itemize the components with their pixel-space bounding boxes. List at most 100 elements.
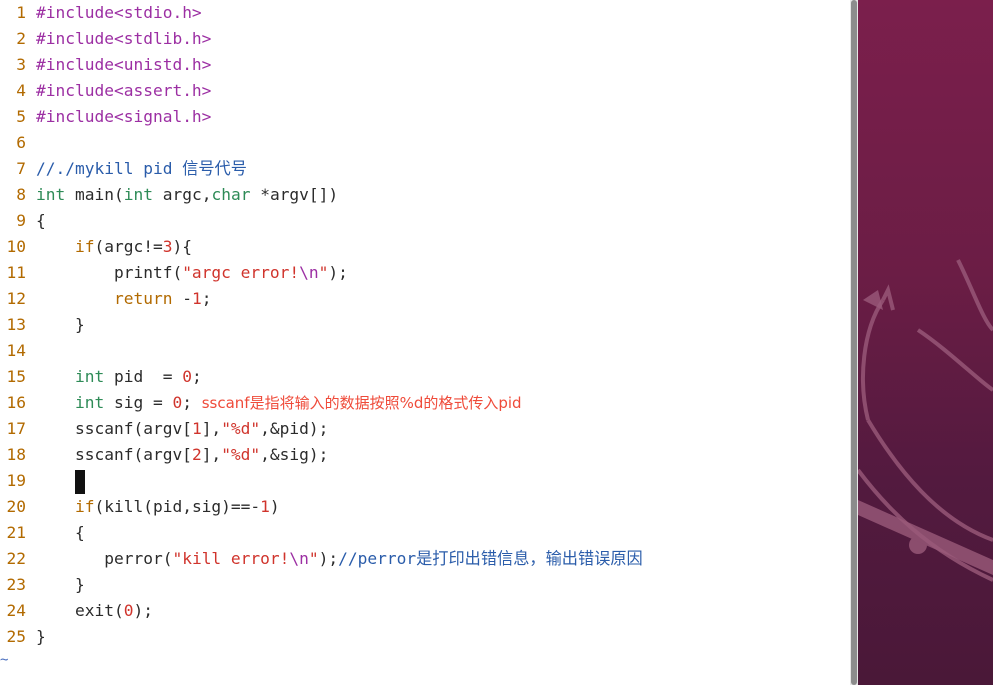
code-token: \n bbox=[299, 263, 319, 282]
code-token: 1 bbox=[191, 289, 202, 308]
code-token: <unistd.h> bbox=[113, 55, 212, 74]
code-token: ); bbox=[133, 601, 153, 620]
code-line[interactable]: 13 } bbox=[0, 312, 85, 338]
code-token: ], bbox=[201, 419, 222, 438]
line-number: 17 bbox=[6, 419, 27, 438]
line-number: 18 bbox=[6, 445, 27, 464]
code-line[interactable]: 2 #include<stdlib.h> bbox=[0, 26, 211, 52]
code-line[interactable]: 5 #include<signal.h> bbox=[0, 104, 211, 130]
code-token: <stdio.h> bbox=[113, 3, 202, 22]
code-token: return bbox=[113, 289, 173, 308]
code-line[interactable]: 10 if(argc!=3){ bbox=[0, 234, 192, 260]
code-line[interactable]: 16 int sig = 0; sscanf是指将输入的数据按照%d的格式传入p… bbox=[0, 390, 522, 416]
code-line[interactable]: 7 //./mykill pid 信号代号 bbox=[0, 156, 247, 182]
code-token: sscanf(argv[ bbox=[36, 445, 192, 464]
code-line[interactable]: 23 } bbox=[0, 572, 85, 598]
line-number: 8 bbox=[16, 185, 26, 204]
code-token: } bbox=[36, 315, 85, 334]
code-line[interactable]: 8 int main(int argc,char *argv[]) bbox=[0, 182, 338, 208]
code-token: 3 bbox=[162, 237, 173, 256]
code-line[interactable]: 22 perror("kill error!\n");//perror是打印出错… bbox=[0, 546, 643, 572]
line-number: 9 bbox=[16, 211, 26, 230]
code-line[interactable]: 20 if(kill(pid,sig)==-1) bbox=[0, 494, 280, 520]
code-line[interactable]: 19 bbox=[0, 468, 85, 494]
code-token: " bbox=[308, 549, 319, 568]
line-number: 11 bbox=[6, 263, 27, 282]
code-line[interactable]: 25} bbox=[0, 624, 46, 650]
line-number: 24 bbox=[6, 601, 27, 620]
scrollbar-thumb[interactable] bbox=[851, 0, 857, 685]
code-token: int bbox=[74, 367, 105, 386]
code-token: (kill(pid,sig)==- bbox=[94, 497, 261, 516]
code-line[interactable]: 6 bbox=[0, 130, 36, 156]
code-token: ,&sig); bbox=[260, 445, 329, 464]
code-token: { bbox=[36, 523, 85, 542]
code-line[interactable]: 4 #include<assert.h> bbox=[0, 78, 211, 104]
code-line[interactable]: 17 sscanf(argv[1],"%d",&pid); bbox=[0, 416, 329, 442]
code-token: "%d" bbox=[221, 419, 261, 438]
code-token: pid = bbox=[104, 367, 183, 386]
code-token: perror( bbox=[36, 549, 173, 568]
code-token: ){ bbox=[172, 237, 192, 256]
code-token: } bbox=[36, 627, 46, 646]
code-token: exit( bbox=[36, 601, 124, 620]
code-token: #include bbox=[36, 81, 114, 100]
line-number: 25 bbox=[6, 627, 27, 646]
code-token: ); bbox=[318, 549, 339, 568]
code-token: sscanf(argv[ bbox=[36, 419, 192, 438]
code-token: int bbox=[36, 185, 66, 204]
code-token: "%d" bbox=[221, 445, 261, 464]
code-line[interactable]: 11 printf("argc error!\n"); bbox=[0, 260, 348, 286]
code-token: 0 bbox=[172, 393, 183, 412]
code-token: char bbox=[211, 185, 251, 204]
code-token: #include bbox=[36, 107, 114, 126]
code-token: printf( bbox=[36, 263, 183, 282]
code-line[interactable]: 18 sscanf(argv[2],"%d",&sig); bbox=[0, 442, 329, 468]
code-line[interactable]: 3 #include<unistd.h> bbox=[0, 52, 211, 78]
desktop-wallpaper bbox=[858, 0, 993, 685]
code-token: (argc!= bbox=[94, 237, 163, 256]
line-number: 22 bbox=[6, 549, 27, 568]
line-number: 1 bbox=[16, 3, 26, 22]
vertical-scrollbar[interactable] bbox=[850, 0, 858, 685]
code-line[interactable]: 24 exit(0); bbox=[0, 598, 153, 624]
code-line[interactable]: 12 return -1; bbox=[0, 286, 212, 312]
code-token: " bbox=[318, 263, 329, 282]
code-token: sig = bbox=[104, 393, 173, 412]
code-editor[interactable]: 1 #include<stdio.h> 2 #include<stdlib.h> 3 #i… bbox=[0, 0, 850, 685]
code-token: ], bbox=[201, 445, 222, 464]
line-number: 10 bbox=[6, 237, 27, 256]
code-line[interactable]: 21 { bbox=[0, 520, 85, 546]
code-token: { bbox=[36, 211, 46, 230]
code-token: \n bbox=[289, 549, 309, 568]
code-token: int bbox=[74, 393, 105, 412]
code-line[interactable]: 14 bbox=[0, 338, 36, 364]
code-token: } bbox=[36, 575, 85, 594]
code-token: #include bbox=[36, 3, 114, 22]
code-token: <stdlib.h> bbox=[113, 29, 212, 48]
code-token: - bbox=[172, 289, 192, 308]
code-token: 0 bbox=[182, 367, 192, 386]
code-token: if bbox=[74, 237, 95, 256]
code-token: ,&pid); bbox=[260, 419, 329, 438]
line-number: 20 bbox=[6, 497, 27, 516]
code-line[interactable]: 9{ bbox=[0, 208, 46, 234]
code-line[interactable]: 1 #include<stdio.h> bbox=[0, 0, 202, 26]
line-number: 12 bbox=[6, 289, 27, 308]
line-number: 21 bbox=[6, 523, 27, 542]
code-comment: //./mykill pid 信号代号 bbox=[36, 159, 247, 178]
line-number: 2 bbox=[16, 29, 26, 48]
code-token: if bbox=[74, 497, 95, 516]
code-line[interactable]: 15 int pid = 0; bbox=[0, 364, 202, 390]
code-token: 2 bbox=[191, 445, 202, 464]
code-token: argc, bbox=[152, 185, 212, 204]
code-token: 0 bbox=[123, 601, 134, 620]
code-token: int bbox=[123, 185, 153, 204]
code-token: *argv[]) bbox=[250, 185, 339, 204]
code-token: "kill error! bbox=[172, 549, 290, 568]
